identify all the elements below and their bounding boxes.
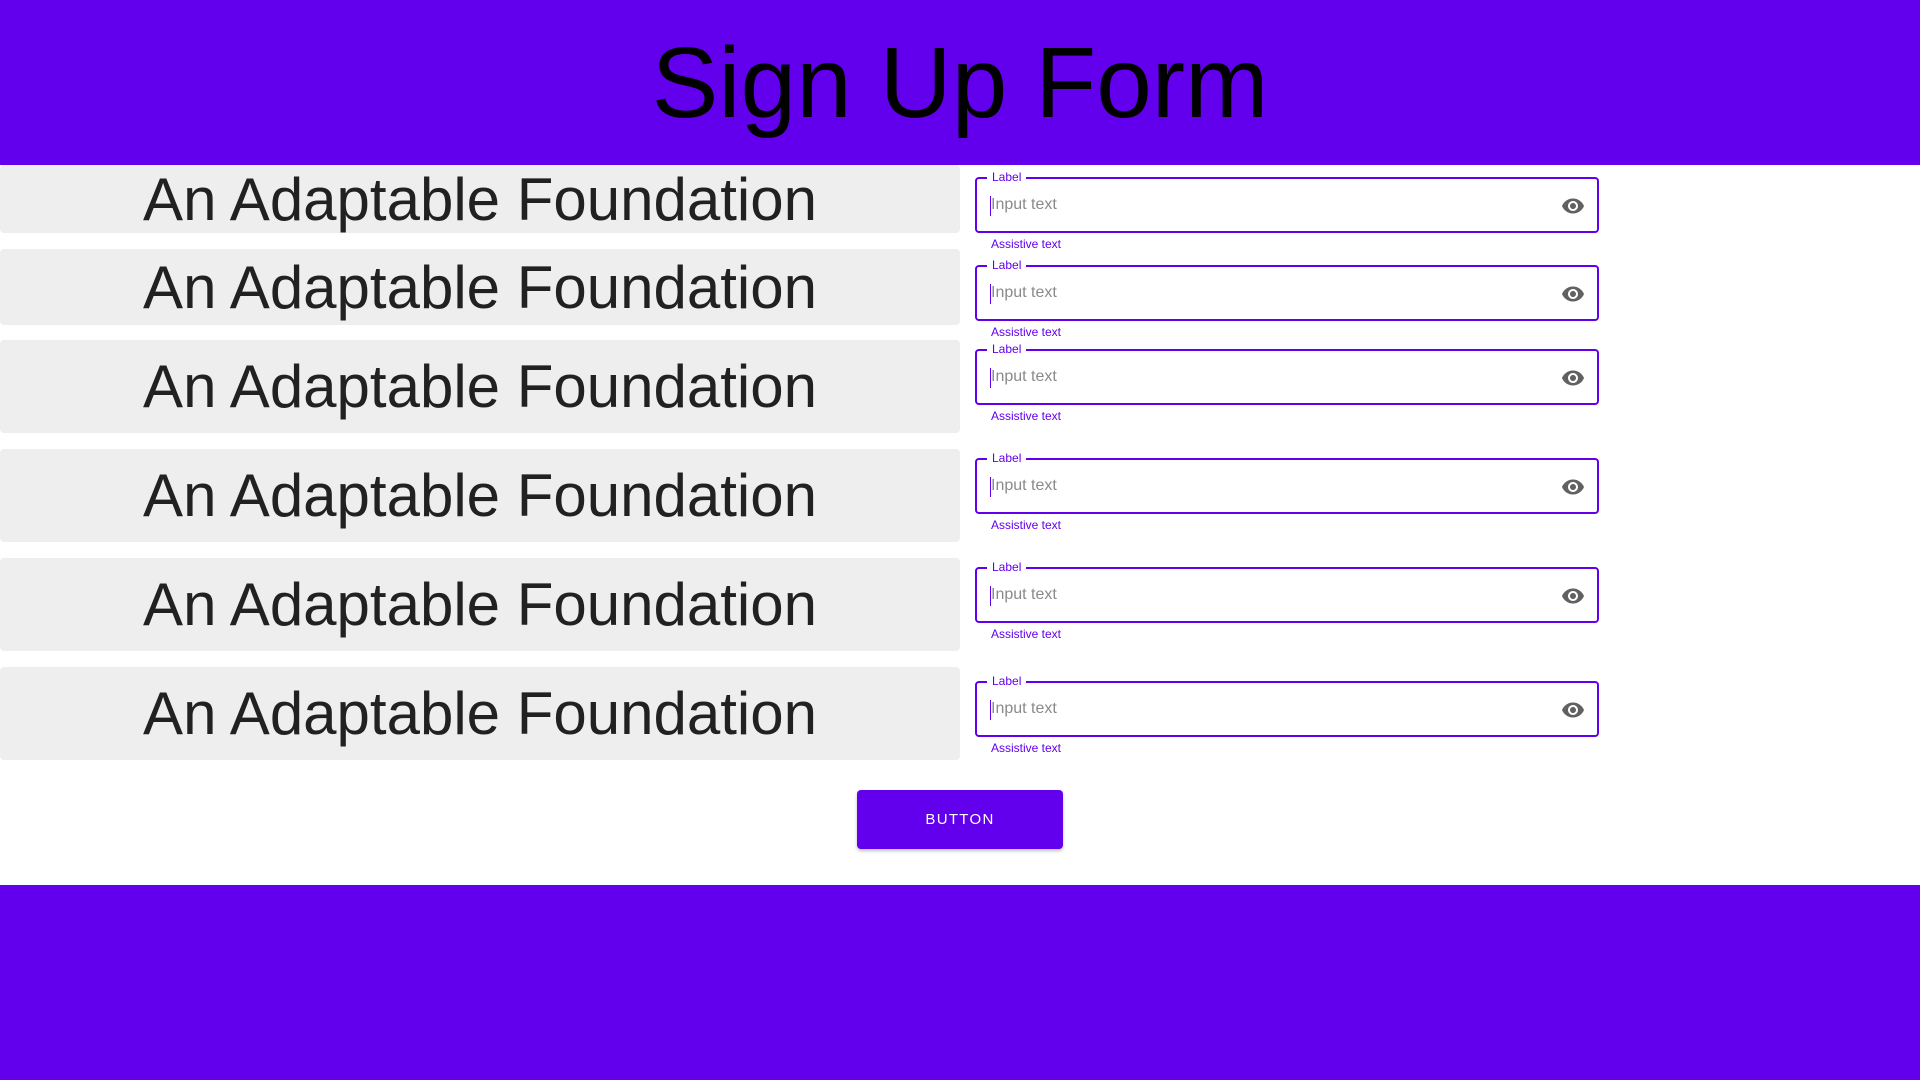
foundation-card-text: An Adaptable Foundation bbox=[143, 680, 817, 747]
assistive-text: Assistive text bbox=[991, 237, 1062, 251]
assistive-text: Assistive text bbox=[991, 741, 1062, 755]
foundation-card: An Adaptable Foundation bbox=[0, 249, 960, 325]
eye-icon[interactable] bbox=[1561, 366, 1585, 390]
eye-icon[interactable] bbox=[1561, 475, 1585, 499]
assistive-text: Assistive text bbox=[991, 409, 1062, 423]
page-title: Sign Up Form bbox=[651, 26, 1269, 139]
eye-icon[interactable] bbox=[1561, 584, 1585, 608]
foundation-card: An Adaptable Foundation bbox=[0, 165, 960, 233]
assistive-text: Assistive text bbox=[991, 518, 1062, 532]
text-field[interactable]: Label bbox=[975, 451, 1599, 514]
foundation-card: An Adaptable Foundation bbox=[0, 558, 960, 651]
foundation-card-text: An Adaptable Foundation bbox=[143, 253, 817, 321]
text-field[interactable]: Label bbox=[975, 674, 1599, 737]
foundation-card-text: An Adaptable Foundation bbox=[143, 353, 817, 420]
password-input[interactable] bbox=[991, 267, 1511, 319]
foundation-card-text: An Adaptable Foundation bbox=[143, 462, 817, 529]
foundation-card-text: An Adaptable Foundation bbox=[143, 165, 817, 233]
text-field[interactable]: Label bbox=[975, 560, 1599, 623]
foundation-card: An Adaptable Foundation bbox=[0, 667, 960, 760]
eye-icon[interactable] bbox=[1561, 282, 1585, 306]
text-field[interactable]: Label bbox=[975, 342, 1599, 405]
password-input[interactable] bbox=[991, 683, 1511, 735]
eye-icon[interactable] bbox=[1561, 194, 1585, 218]
foundation-card-text: An Adaptable Foundation bbox=[143, 571, 817, 638]
foundation-card: An Adaptable Foundation bbox=[0, 449, 960, 542]
foundation-card: An Adaptable Foundation bbox=[0, 340, 960, 433]
password-input[interactable] bbox=[991, 460, 1511, 512]
password-input[interactable] bbox=[991, 351, 1511, 403]
eye-icon[interactable] bbox=[1561, 698, 1585, 722]
submit-button[interactable]: BUTTON bbox=[857, 790, 1063, 849]
assistive-text: Assistive text bbox=[991, 325, 1062, 339]
assistive-text: Assistive text bbox=[991, 627, 1062, 641]
text-field[interactable]: Label bbox=[975, 258, 1599, 321]
text-field[interactable]: Label bbox=[975, 170, 1599, 233]
password-input[interactable] bbox=[991, 179, 1511, 231]
password-input[interactable] bbox=[991, 569, 1511, 621]
footer-bar bbox=[0, 885, 1920, 1080]
header-bar: Sign Up Form bbox=[0, 0, 1920, 165]
